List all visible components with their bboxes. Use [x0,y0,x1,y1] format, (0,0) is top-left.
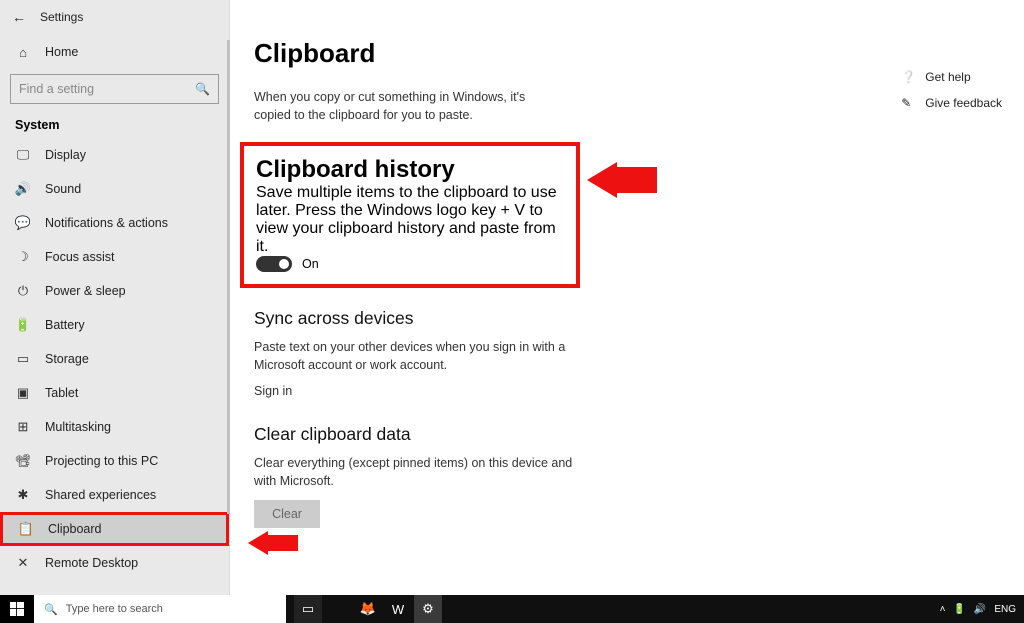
sync-desc: Paste text on your other devices when yo… [254,339,584,374]
sidebar-home[interactable]: ⌂ Home [0,34,229,70]
page-title: Clipboard [254,38,1024,69]
search-box[interactable]: 🔍 [10,74,219,104]
nav-list: 🖵Display 🔊Sound 💬Notifications & actions… [0,138,229,595]
clear-button: Clear [254,500,320,528]
clear-desc: Clear everything (except pinned items) o… [254,455,584,490]
history-toggle-state: On [302,257,319,271]
clipboard-icon: 📋 [18,521,34,537]
display-icon: 🖵 [15,147,31,163]
sidebar-item-power-sleep[interactable]: ⏻Power & sleep [0,274,229,308]
battery-tray-icon[interactable]: 🔋 [953,604,965,615]
projecting-icon: 📽 [15,453,31,469]
focus-icon: ☽ [15,249,31,265]
clipboard-history-section: Clipboard history Save multiple items to… [240,142,580,288]
multitasking-icon: ⊞ [15,419,31,435]
sidebar-item-shared-experiences[interactable]: ✱Shared experiences [0,478,229,512]
remote-icon: ✕ [15,555,31,571]
right-column: ❔ Get help ✎ Give feedback [901,70,1002,110]
give-feedback-link[interactable]: ✎ Give feedback [901,96,1002,110]
search-icon: 🔍 [195,82,210,96]
tray-chevron-icon[interactable]: ˄ [940,604,946,615]
home-icon: ⌂ [15,45,31,60]
sidebar-item-clipboard[interactable]: 📋Clipboard [0,512,229,546]
taskbar-search[interactable]: 🔍 Type here to search [34,595,286,623]
sidebar-item-notifications[interactable]: 💬Notifications & actions [0,206,229,240]
battery-icon: 🔋 [15,317,31,333]
sync-section: Sync across devices Paste text on your o… [254,308,584,398]
task-view-icon[interactable]: ▭ [294,595,322,623]
feedback-icon: ✎ [901,96,915,110]
firefox-icon[interactable]: 🦊 [354,595,382,623]
category-heading: System [0,108,229,138]
clear-heading: Clear clipboard data [254,424,584,445]
sidebar-item-display[interactable]: 🖵Display [0,138,229,172]
power-icon: ⏻ [15,283,31,299]
home-label: Home [45,45,78,59]
search-icon: 🔍 [44,603,58,616]
history-heading: Clipboard history [256,156,564,184]
sign-in-link[interactable]: Sign in [254,384,584,398]
windows-logo-icon [10,602,24,616]
file-explorer-icon[interactable] [324,595,352,623]
tablet-icon: ▣ [15,385,31,401]
clear-section: Clear clipboard data Clear everything (e… [254,424,584,528]
taskbar: 🔍 Type here to search ▭ 🦊 W ⚙ ˄ 🔋 🔊 ENG [0,595,1024,623]
sidebar-item-focus-assist[interactable]: ☽Focus assist [0,240,229,274]
settings-icon[interactable]: ⚙ [414,595,442,623]
sound-icon: 🔊 [15,181,31,197]
sync-heading: Sync across devices [254,308,584,329]
language-indicator[interactable]: ENG [994,604,1016,615]
word-icon[interactable]: W [384,595,412,623]
sidebar-item-projecting[interactable]: 📽Projecting to this PC [0,444,229,478]
search-input[interactable] [19,82,195,96]
app-title: Settings [40,10,83,24]
volume-tray-icon[interactable]: 🔊 [974,604,986,615]
notifications-icon: 💬 [15,215,31,231]
shared-icon: ✱ [15,487,31,503]
sidebar-item-remote-desktop[interactable]: ✕Remote Desktop [0,546,229,580]
sidebar-item-tablet[interactable]: ▣Tablet [0,376,229,410]
history-desc: Save multiple items to the clipboard to … [256,184,564,256]
storage-icon: ▭ [15,351,31,367]
help-icon: ❔ [901,70,915,84]
sidebar-item-multitasking[interactable]: ⊞Multitasking [0,410,229,444]
sidebar-item-sound[interactable]: 🔊Sound [0,172,229,206]
sidebar-item-battery[interactable]: 🔋Battery [0,308,229,342]
back-icon[interactable]: ← [12,9,26,25]
settings-sidebar: ← Settings ⌂ Home 🔍 System 🖵Display 🔊Sou… [0,0,230,595]
start-button[interactable] [0,595,34,623]
history-toggle[interactable] [256,256,292,272]
sidebar-item-storage[interactable]: ▭Storage [0,342,229,376]
get-help-link[interactable]: ❔ Get help [901,70,1002,84]
page-intro: When you copy or cut something in Window… [254,89,564,124]
